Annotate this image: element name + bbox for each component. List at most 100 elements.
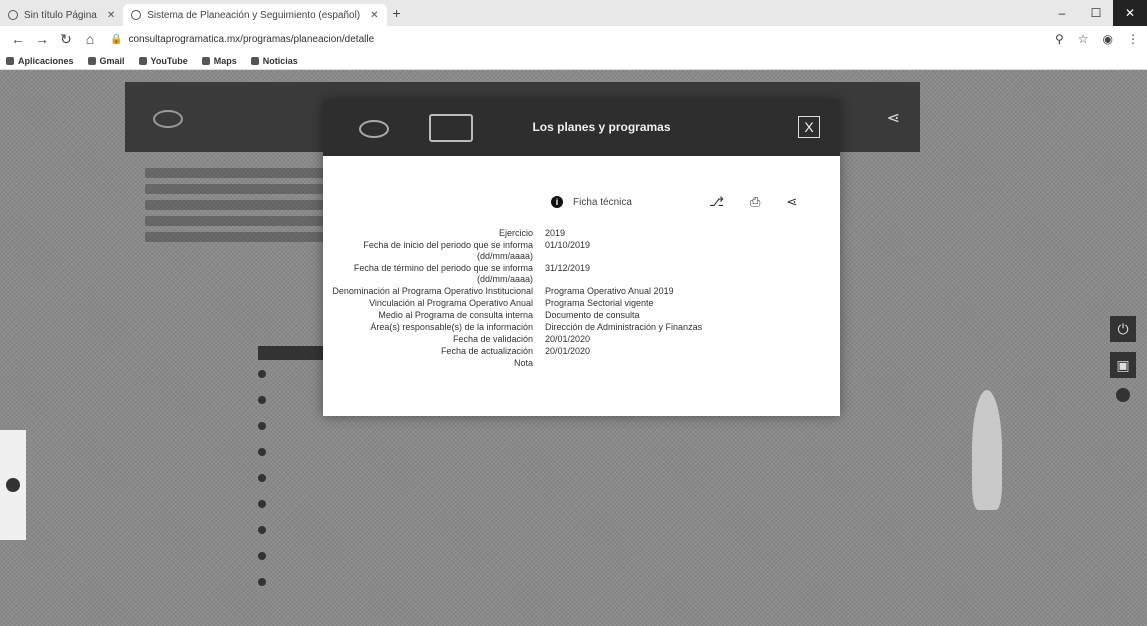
section-tab[interactable] (258, 346, 326, 360)
bookmark-label: Aplicaciones (18, 55, 74, 66)
bookmark-label: YouTube (150, 55, 188, 66)
search-icon[interactable]: ⚲ (1055, 32, 1064, 46)
detail-row: Fecha de inicio del periodo que se infor… (323, 240, 840, 262)
reload-icon[interactable]: ↻ (56, 31, 76, 48)
bookmark-label: Gmail (99, 55, 125, 66)
tab-label: Sistema de Planeación y Seguimiento (esp… (147, 9, 361, 21)
tab-close-icon[interactable]: ✕ (107, 10, 115, 21)
bullet-dot (258, 526, 266, 534)
address-bar[interactable]: 🔒 consultaprogramatica.mx/programas/plan… (110, 29, 1043, 49)
bullet-dot (258, 396, 266, 404)
detail-value: 01/10/2019 (545, 240, 591, 250)
detail-row: Medio al Programa de consulta interna Doc… (323, 310, 840, 321)
detail-value: 31/12/2019 (545, 263, 591, 273)
info-icon[interactable]: i (551, 196, 563, 208)
floating-widgets: ⏻ ▣ (1110, 316, 1136, 402)
detail-value: Documento de consulta (545, 310, 640, 320)
news-icon (250, 56, 259, 65)
bookmark-label: Maps (213, 55, 237, 66)
menu-icon[interactable]: ⋮ (1127, 32, 1139, 46)
browser-tab[interactable]: Sin título Página ✕ (0, 4, 123, 26)
bookmark-news[interactable]: Noticias (250, 55, 298, 66)
help-icon[interactable] (1116, 388, 1130, 402)
apps-icon (6, 56, 14, 65)
toolbar-actions: ⚲ ☆ ◉ ⋮ (1055, 32, 1139, 46)
modal-header: Los planes y programas X (323, 100, 840, 156)
bullet-dot (258, 448, 266, 456)
bookmark-apps[interactable]: Aplicaciones (6, 56, 74, 66)
detail-label: Ejercicio (498, 228, 533, 238)
browser-toolbar: ← → ↻ ⌂ 🔒 consultaprogramatica.mx/progra… (0, 26, 1147, 52)
close-window-icon[interactable]: ✕ (1113, 0, 1147, 26)
bookmark-youtube[interactable]: YouTube (138, 55, 188, 66)
star-icon[interactable]: ☆ (1078, 32, 1089, 46)
print-icon[interactable]: ⎙ (750, 194, 760, 210)
detail-label: Fecha de actualización (440, 346, 533, 356)
side-link[interactable] (145, 216, 335, 226)
browser-tab-active[interactable]: Sistema de Planeación y Seguimiento (esp… (123, 4, 387, 26)
modal-toolbar: i Ficha técnica ⎇ ⎙ ⋖ (551, 192, 811, 212)
window-controls: – ☐ ✕ (1045, 0, 1147, 26)
lock-icon: 🔒 (110, 33, 123, 45)
detail-row: Fecha de actualización 20/01/2020 (323, 346, 840, 357)
maximize-icon[interactable]: ☐ (1079, 0, 1113, 26)
bookmark-maps[interactable]: Maps (201, 55, 237, 66)
side-link[interactable] (145, 184, 335, 194)
tab-favicon-icon (131, 10, 142, 20)
detail-label: Nota (513, 358, 533, 368)
info-label[interactable]: Ficha técnica (573, 197, 683, 208)
detail-label: Fecha de inicio del periodo que se infor… (363, 240, 533, 261)
minimize-icon[interactable]: – (1045, 0, 1079, 26)
side-links (145, 162, 335, 248)
new-tab-button[interactable]: + (393, 5, 401, 21)
side-link[interactable] (145, 200, 335, 210)
detail-value: 20/01/2020 (545, 334, 591, 344)
maps-icon (201, 56, 210, 65)
detail-label: Área(s) responsable(s) de la información (370, 322, 533, 332)
detail-row: Ejercicio 2019 (323, 228, 840, 239)
back-icon[interactable]: ← (8, 31, 28, 47)
detail-row: Denominación al Programa Operativo Insti… (323, 286, 840, 297)
profile-icon[interactable]: ◉ (1103, 32, 1113, 46)
detail-label: Vinculación al Programa Operativo Anual (369, 298, 533, 308)
detail-label: Medio al Programa de consulta interna (378, 310, 533, 320)
power-icon[interactable]: ⏻ (1110, 316, 1136, 342)
detail-value: Programa Sectorial vigente (545, 298, 654, 308)
browser-tabstrip: Sin título Página ✕ Sistema de Planeació… (0, 0, 1147, 26)
tab-close-icon[interactable]: ✕ (370, 10, 378, 21)
accessibility-icon (6, 478, 20, 492)
detail-row: Vinculación al Programa Operativo Anual P… (323, 298, 840, 309)
details-table: Ejercicio 2019 Fecha de inicio del period… (323, 228, 840, 370)
chat-icon[interactable]: ▣ (1110, 352, 1136, 378)
detail-value: Dirección de Administración y Finanzas (545, 322, 703, 332)
detail-value: Programa Operativo Anual 2019 (545, 286, 674, 296)
url-text: consultaprogramatica.mx/programas/planea… (128, 33, 375, 45)
detail-row: Fecha de validación 20/01/2020 (323, 334, 840, 345)
bookmark-label: Noticias (262, 55, 298, 66)
export-icon[interactable]: ⋖ (786, 194, 797, 210)
share-icon[interactable]: ⎇ (709, 194, 724, 210)
detail-label: Fecha de validación (452, 334, 533, 344)
detail-row: Área(s) responsable(s) de la información… (323, 322, 840, 333)
plans-programs-modal: Los planes y programas X i Ficha técnica… (323, 100, 840, 416)
detail-value (541, 358, 840, 369)
forward-icon[interactable]: → (32, 31, 52, 47)
background-image (972, 390, 1002, 510)
modal-close-button[interactable]: X (798, 116, 820, 138)
home-icon[interactable]: ⌂ (80, 31, 100, 47)
side-link[interactable] (145, 232, 335, 242)
share-icon[interactable]: ⋖ (887, 108, 900, 128)
detail-value: 2019 (545, 228, 566, 238)
detail-label: Denominación al Programa Operativo Insti… (332, 286, 533, 296)
bookmark-gmail[interactable]: Gmail (87, 55, 125, 66)
bullet-dot (258, 370, 266, 378)
side-link[interactable] (145, 168, 335, 178)
youtube-icon (138, 56, 147, 65)
modal-title: Los planes y programas (532, 120, 671, 134)
bullet-dot (258, 500, 266, 508)
bullet-list (258, 370, 266, 604)
bullet-dot (258, 474, 266, 482)
site-logo-icon (153, 110, 183, 128)
bullet-dot (258, 578, 266, 586)
accessibility-badge[interactable] (0, 430, 26, 540)
